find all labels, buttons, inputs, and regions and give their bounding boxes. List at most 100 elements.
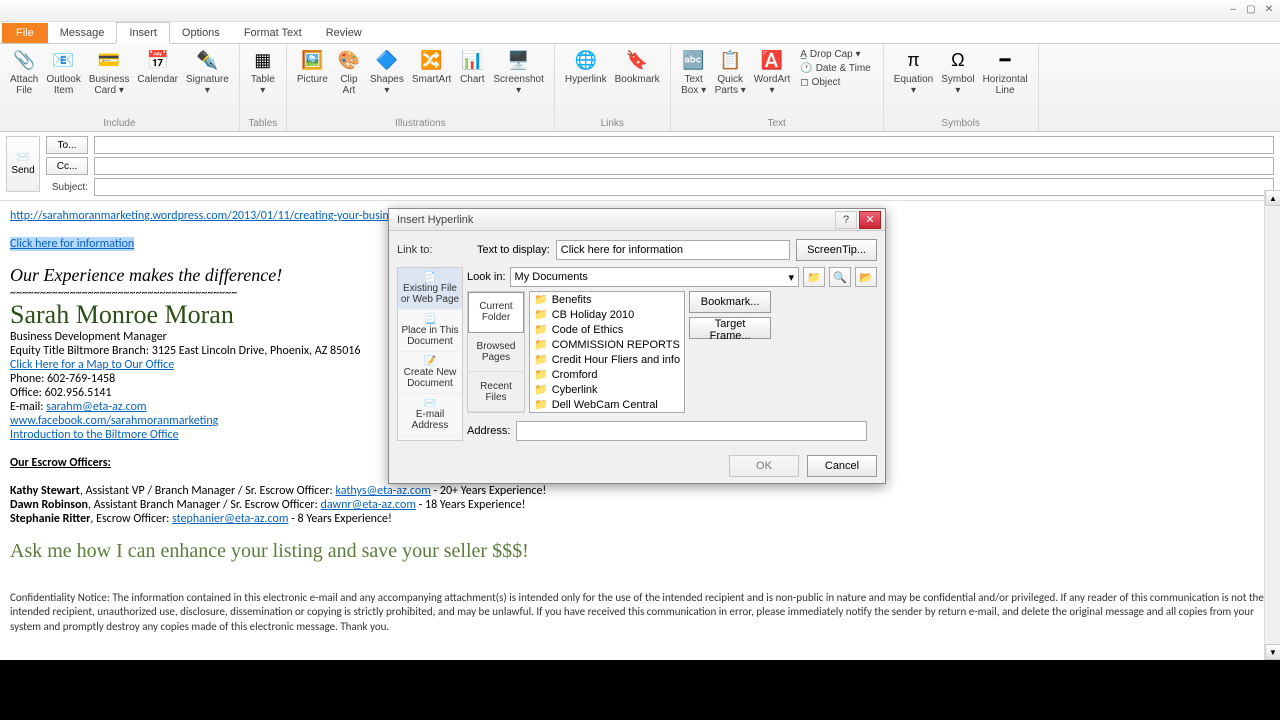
- linkto-create-new[interactable]: 📝Create New Document: [398, 352, 462, 394]
- file-list-item[interactable]: 📁Dell WebCam Central: [530, 397, 684, 412]
- officer-email-link[interactable]: dawnr@eta-az.com: [321, 498, 416, 512]
- intro-link[interactable]: Introduction to the Biltmore Office: [10, 428, 179, 442]
- cc-button[interactable]: Cc...: [46, 157, 88, 175]
- folder-icon: 📁: [534, 398, 548, 411]
- officer-email-link[interactable]: kathys@eta-az.com: [335, 484, 430, 498]
- confidentiality-notice: Confidentiality Notice: The information …: [10, 591, 1270, 634]
- up-folder-button[interactable]: 📁: [803, 267, 825, 287]
- smartart-button[interactable]: 🔀SmartArt: [408, 46, 455, 87]
- scroll-down-icon[interactable]: ▼: [1265, 644, 1280, 660]
- facebook-link[interactable]: www.facebook.com/sarahmoranmarketing: [10, 414, 218, 428]
- to-button[interactable]: To...: [46, 136, 88, 154]
- close-window-button[interactable]: ✕: [1262, 3, 1276, 15]
- file-list[interactable]: 📁Benefits📁CB Holiday 2010📁Code of Ethics…: [529, 291, 685, 413]
- text-to-display-input[interactable]: [556, 240, 790, 260]
- textbox-button[interactable]: 🔤Text Box ▾: [677, 46, 711, 98]
- file-list-item[interactable]: 📁CB Holiday 2010: [530, 307, 684, 322]
- minimize-button[interactable]: –: [1226, 3, 1240, 15]
- subject-input[interactable]: [94, 178, 1274, 196]
- vertical-scrollbar[interactable]: ▲ ▼: [1264, 190, 1280, 660]
- screentip-button[interactable]: ScreenTip...: [796, 239, 877, 261]
- file-list-item[interactable]: 📁Cyberlink: [530, 382, 684, 397]
- lookin-label: Look in:: [467, 271, 506, 283]
- bookmark-button[interactable]: 🔖Bookmark: [611, 46, 664, 87]
- hyperlink-button[interactable]: 🌐Hyperlink: [561, 46, 611, 87]
- hline-button[interactable]: ━Horizontal Line: [979, 46, 1032, 98]
- file-list-item[interactable]: 📁Credit Hour Fliers and info: [530, 352, 684, 367]
- close-dialog-button[interactable]: ✕: [859, 211, 881, 229]
- clipart-icon: 🎨: [337, 48, 361, 72]
- folder-icon: 📁: [534, 383, 548, 396]
- tab-message[interactable]: Message: [48, 23, 117, 43]
- calendar-button[interactable]: 📅Calendar: [133, 46, 182, 87]
- cc-input[interactable]: [94, 157, 1274, 175]
- dropcap-button[interactable]: A̲Drop Cap ▾: [798, 48, 872, 61]
- paperclip-icon: 📎: [12, 48, 36, 72]
- signature-button[interactable]: ✒️Signature ▾: [182, 46, 233, 98]
- maximize-button[interactable]: ▢: [1244, 3, 1258, 15]
- screenshot-button[interactable]: 🖥️Screenshot ▾: [489, 46, 548, 98]
- outlook-item-button[interactable]: 📧Outlook Item: [42, 46, 84, 98]
- browsed-pages-tab[interactable]: Browsed Pages: [468, 333, 524, 373]
- globe-icon: 🌐: [574, 48, 598, 72]
- file-icon: 📄: [400, 272, 460, 283]
- browse-web-button[interactable]: 🔍: [829, 267, 851, 287]
- file-list-item[interactable]: 📁Benefits: [530, 292, 684, 307]
- email-icon: ✉️: [400, 398, 460, 409]
- screenshot-icon: 🖥️: [507, 48, 531, 72]
- address-input[interactable]: [516, 421, 867, 441]
- wordart-icon: 🅰️: [760, 48, 784, 72]
- linkto-email-address[interactable]: ✉️E-mail Address: [398, 394, 462, 436]
- chart-button[interactable]: 📊Chart: [455, 46, 489, 87]
- file-list-item[interactable]: 📁Downloads: [530, 412, 684, 413]
- browse-column: Current Folder Browsed Pages Recent File…: [467, 291, 525, 413]
- ok-button[interactable]: OK: [729, 455, 799, 477]
- picture-button[interactable]: 🖼️Picture: [293, 46, 332, 87]
- object-button[interactable]: ◻Object: [798, 76, 872, 89]
- recent-files-tab[interactable]: Recent Files: [468, 372, 524, 412]
- send-icon: ✉️: [17, 152, 29, 163]
- click-here-link[interactable]: Click here for information: [10, 237, 134, 251]
- shapes-button[interactable]: 🔷Shapes ▾: [366, 46, 408, 98]
- object-icon: ◻: [800, 77, 808, 88]
- subject-label: Subject:: [46, 182, 88, 193]
- business-card-button[interactable]: 💳Business Card ▾: [85, 46, 134, 98]
- tab-format-text[interactable]: Format Text: [232, 23, 314, 43]
- tab-file[interactable]: File: [2, 23, 48, 43]
- quickparts-button[interactable]: 📋Quick Parts ▾: [711, 46, 750, 98]
- cancel-button[interactable]: Cancel: [807, 455, 877, 477]
- tab-options[interactable]: Options: [170, 23, 232, 43]
- equation-button[interactable]: πEquation ▾: [890, 46, 937, 98]
- to-input[interactable]: [94, 136, 1274, 154]
- symbol-button[interactable]: ΩSymbol ▾: [937, 46, 978, 98]
- wordart-button[interactable]: 🅰️WordArt ▾: [750, 46, 795, 98]
- table-button[interactable]: ▦Table ▾: [246, 46, 280, 98]
- send-button[interactable]: ✉️Send: [6, 136, 40, 192]
- clock-icon: 🕐: [800, 63, 812, 74]
- tab-insert[interactable]: Insert: [116, 22, 170, 44]
- envelope-icon: 📧: [52, 48, 76, 72]
- signature-icon: ✒️: [195, 48, 219, 72]
- browse-file-button[interactable]: 📂: [855, 267, 877, 287]
- help-button[interactable]: ?: [835, 211, 857, 229]
- linkto-existing-file[interactable]: 📄Existing File or Web Page: [398, 268, 462, 310]
- clipart-button[interactable]: 🎨Clip Art: [332, 46, 366, 98]
- attach-file-button[interactable]: 📎Attach File: [6, 46, 42, 98]
- target-frame-button[interactable]: Target Frame...: [689, 317, 771, 339]
- officer-email-link[interactable]: stephanier@eta-az.com: [172, 512, 288, 526]
- file-list-item[interactable]: 📁Code of Ethics: [530, 322, 684, 337]
- datetime-button[interactable]: 🕐Date & Time: [798, 62, 872, 75]
- file-list-item[interactable]: 📁Cromford: [530, 367, 684, 382]
- lookin-select[interactable]: My Documents▾: [510, 267, 799, 287]
- email-link[interactable]: sarahm@eta-az.com: [46, 400, 146, 414]
- scroll-up-icon[interactable]: ▲: [1265, 190, 1280, 206]
- current-folder-tab[interactable]: Current Folder: [468, 292, 524, 333]
- link-to-column: 📄Existing File or Web Page 📃Place in Thi…: [397, 267, 463, 441]
- tab-review[interactable]: Review: [314, 23, 374, 43]
- officer-name: Stephanie Ritter: [10, 512, 90, 526]
- file-list-item[interactable]: 📁COMMISSION REPORTS: [530, 337, 684, 352]
- map-link[interactable]: Click Here for a Map to Our Office: [10, 358, 174, 372]
- table-icon: ▦: [251, 48, 275, 72]
- linkto-place-in-doc[interactable]: 📃Place in This Document: [398, 310, 462, 352]
- bookmark-dialog-button[interactable]: Bookmark...: [689, 291, 771, 313]
